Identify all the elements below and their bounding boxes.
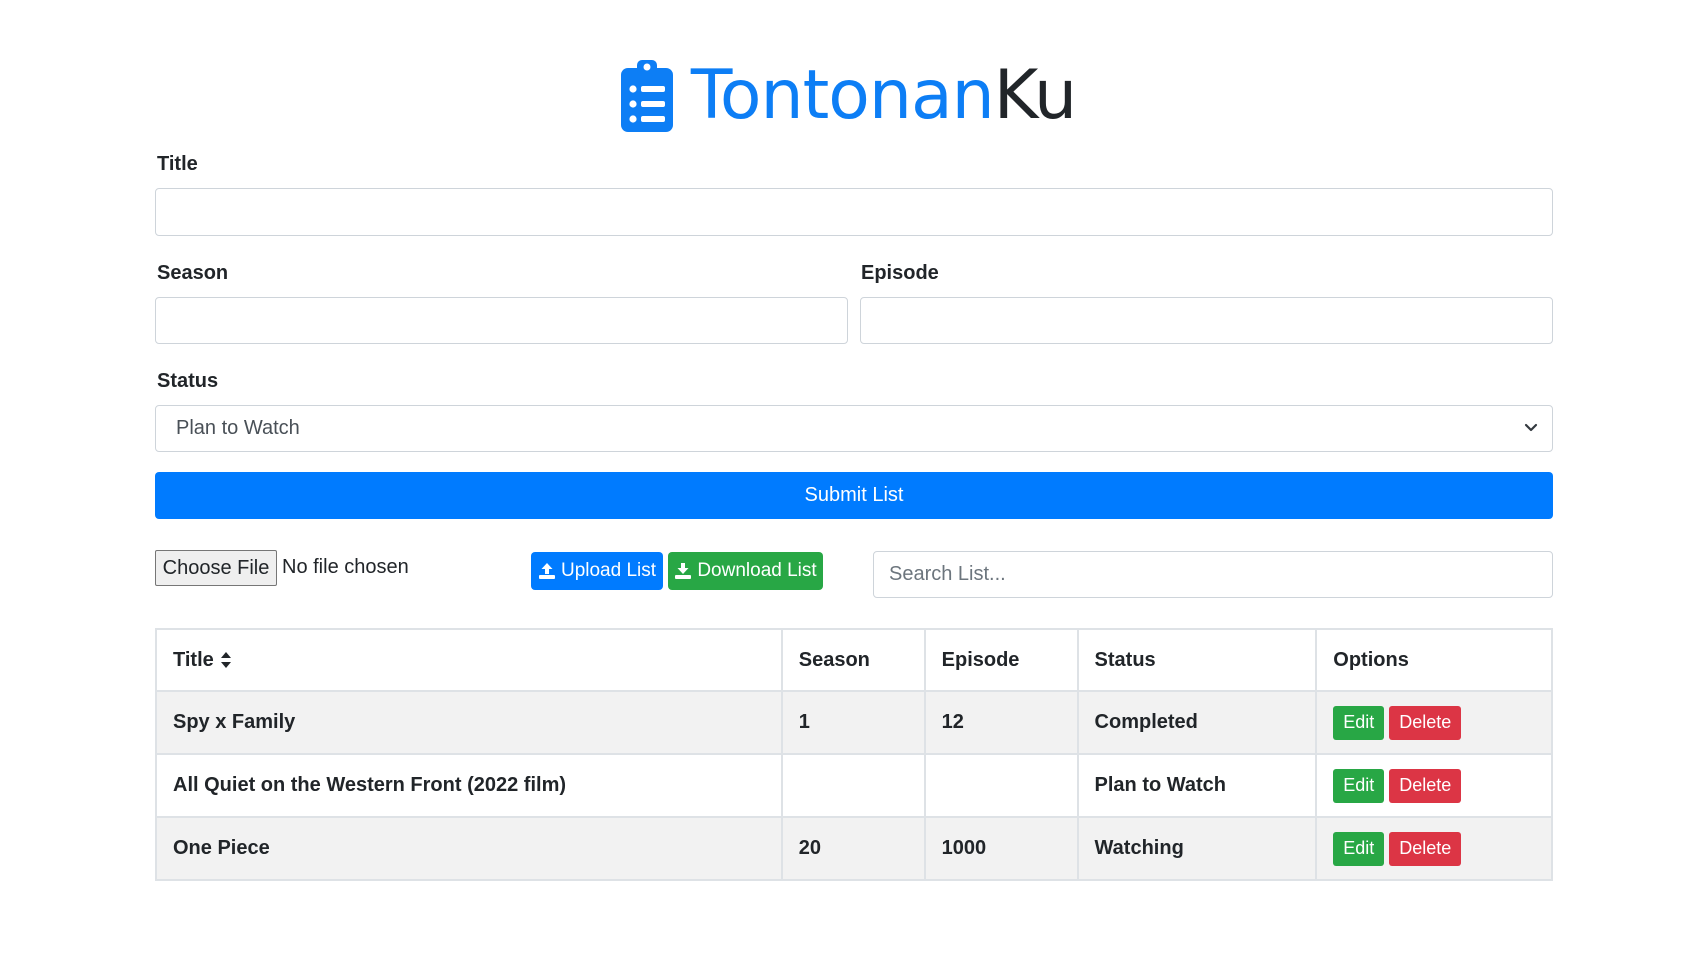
status-selected-value: Plan to Watch bbox=[176, 417, 300, 439]
status-select[interactable]: Plan to Watch bbox=[155, 405, 1553, 452]
episode-input[interactable] bbox=[860, 297, 1553, 344]
cell-episode bbox=[923, 753, 1079, 818]
upload-icon bbox=[538, 563, 555, 579]
edit-button[interactable]: Edit bbox=[1333, 768, 1385, 803]
sort-icon[interactable] bbox=[220, 651, 232, 669]
title-input[interactable] bbox=[155, 188, 1553, 236]
app-header: TontonanKu bbox=[0, 56, 1695, 136]
header-season: Season bbox=[780, 628, 926, 692]
table-row: One Piece 20 1000 Watching Edit Delete bbox=[155, 816, 1553, 881]
app-title-part3: Ku bbox=[993, 56, 1077, 135]
cell-status: Plan to Watch bbox=[1076, 753, 1318, 818]
upload-list-button[interactable]: Upload List bbox=[531, 552, 663, 590]
header-title-label: Title bbox=[173, 648, 214, 671]
download-list-label: Download List bbox=[697, 560, 817, 581]
table-row: Spy x Family 1 12 Completed Edit Delete bbox=[155, 690, 1553, 755]
delete-button[interactable]: Delete bbox=[1389, 705, 1462, 740]
header-title[interactable]: Title bbox=[155, 628, 783, 692]
submit-list-button[interactable]: Submit List bbox=[155, 472, 1553, 519]
delete-button[interactable]: Delete bbox=[1389, 831, 1462, 866]
cell-title: Spy x Family bbox=[155, 690, 783, 755]
cell-status: Completed bbox=[1076, 690, 1318, 755]
table-header-row: Title Season Episode Status Options bbox=[155, 628, 1553, 692]
episode-label: Episode bbox=[861, 262, 939, 284]
edit-button[interactable]: Edit bbox=[1333, 831, 1385, 866]
cell-season: 1 bbox=[780, 690, 926, 755]
watch-list-table: Title Season Episode Status Options Spy … bbox=[155, 628, 1553, 881]
app-title: TontonanKu bbox=[691, 62, 1077, 130]
edit-button[interactable]: Edit bbox=[1333, 705, 1385, 740]
status-label: Status bbox=[157, 370, 219, 392]
file-status-text: No file chosen bbox=[282, 556, 409, 578]
table-row: All Quiet on the Western Front (2022 fil… bbox=[155, 753, 1553, 818]
chevron-down-icon bbox=[1524, 423, 1538, 432]
cell-options: Edit Delete bbox=[1315, 816, 1553, 881]
cell-episode: 1000 bbox=[923, 816, 1079, 881]
cell-season bbox=[780, 753, 926, 818]
header-options: Options bbox=[1315, 628, 1553, 692]
app-title-part1: Tonton bbox=[690, 56, 912, 135]
upload-list-label: Upload List bbox=[560, 560, 657, 581]
season-label: Season bbox=[157, 262, 229, 284]
choose-file-button[interactable]: Choose File bbox=[155, 550, 277, 586]
download-list-button[interactable]: Download List bbox=[668, 552, 823, 590]
cell-title: All Quiet on the Western Front (2022 fil… bbox=[155, 753, 783, 818]
season-input[interactable] bbox=[155, 297, 848, 344]
download-icon bbox=[675, 563, 692, 579]
search-input[interactable]: Search List... bbox=[873, 551, 1553, 598]
header-status: Status bbox=[1076, 628, 1318, 692]
cell-options: Edit Delete bbox=[1315, 753, 1553, 818]
cell-season: 20 bbox=[780, 816, 926, 881]
cell-options: Edit Delete bbox=[1315, 690, 1553, 755]
title-label: Title bbox=[157, 153, 198, 175]
cell-status: Watching bbox=[1076, 816, 1318, 881]
app-title-part2: an bbox=[910, 56, 995, 135]
delete-button[interactable]: Delete bbox=[1389, 768, 1462, 803]
cell-title: One Piece bbox=[155, 816, 783, 881]
cell-episode: 12 bbox=[923, 690, 1079, 755]
clipboard-list-icon bbox=[620, 60, 673, 132]
header-episode: Episode bbox=[923, 628, 1079, 692]
